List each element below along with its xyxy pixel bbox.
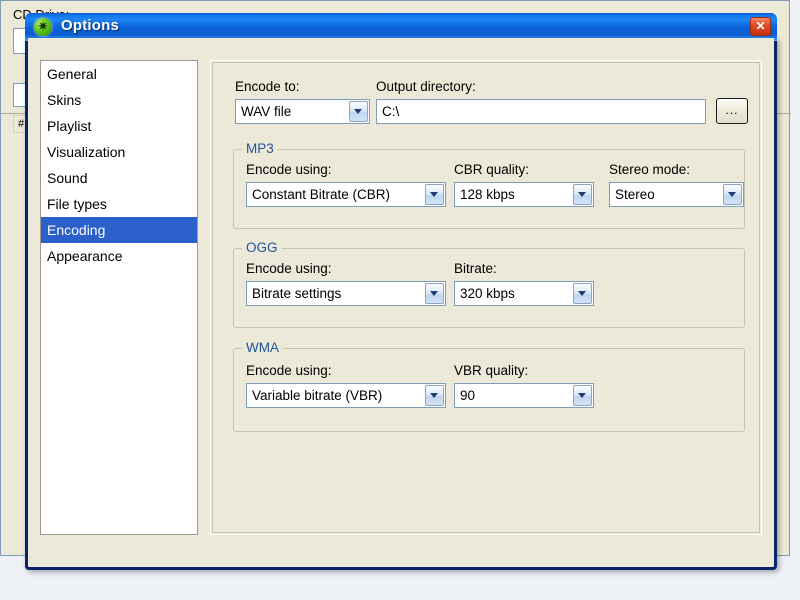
browse-button-label: ... xyxy=(725,103,739,117)
ogg-bitrate-combobox[interactable]: 320 kbps xyxy=(454,281,594,306)
dialog-body: General Skins Playlist Visualization Sou… xyxy=(28,38,774,564)
mp3-encode-using-value: Constant Bitrate (CBR) xyxy=(252,187,391,202)
sidebar-item-sound[interactable]: Sound xyxy=(41,165,197,191)
ogg-groupbox: OGG Encode using: Bitrate settings Bitra… xyxy=(233,240,745,328)
encoding-settings-pane: Encode to: WAV file Output directory: C:… xyxy=(210,60,762,535)
settings-category-list[interactable]: General Skins Playlist Visualization Sou… xyxy=(40,60,198,535)
dialog-title: Options xyxy=(61,17,120,34)
pane-inner-border: Encode to: WAV file Output directory: C:… xyxy=(212,62,760,533)
mp3-stereo-mode-label: Stereo mode: xyxy=(609,162,691,177)
ogg-bitrate-label: Bitrate: xyxy=(454,261,497,276)
chevron-down-icon[interactable] xyxy=(425,184,444,205)
mp3-stereo-mode-value: Stereo xyxy=(615,187,655,202)
wma-vbr-quality-value: 90 xyxy=(460,388,476,403)
mp3-groupbox: MP3 Encode using: Constant Bitrate (CBR)… xyxy=(233,141,745,229)
chevron-down-icon[interactable] xyxy=(349,101,368,122)
sidebar-item-encoding[interactable]: Encoding xyxy=(41,217,197,243)
chevron-down-icon[interactable] xyxy=(723,184,742,205)
wma-encode-using-label: Encode using: xyxy=(246,363,332,378)
sidebar-item-file-types[interactable]: File types xyxy=(41,191,197,217)
wma-encode-using-combobox[interactable]: Variable bitrate (VBR) xyxy=(246,383,446,408)
output-directory-input[interactable]: C:\ xyxy=(376,99,706,124)
browse-directory-button[interactable]: ... xyxy=(716,98,748,124)
dialog-titlebar[interactable]: Options xyxy=(25,13,777,41)
mp3-encode-using-combobox[interactable]: Constant Bitrate (CBR) xyxy=(246,182,446,207)
mp3-group-title: MP3 xyxy=(242,141,278,156)
mp3-cbr-quality-value: 128 kbps xyxy=(460,187,515,202)
screen: CD Drive: # Options General Skins Playli… xyxy=(0,0,800,600)
ogg-encode-using-combobox[interactable]: Bitrate settings xyxy=(246,281,446,306)
ogg-encode-using-value: Bitrate settings xyxy=(252,286,342,301)
encode-to-value: WAV file xyxy=(241,104,292,119)
output-directory-label: Output directory: xyxy=(376,79,476,94)
options-dialog: Options General Skins Playlist Visualiza… xyxy=(25,13,777,570)
mp3-encode-using-label: Encode using: xyxy=(246,162,332,177)
chevron-down-icon[interactable] xyxy=(425,385,444,406)
sidebar-item-general[interactable]: General xyxy=(41,61,197,87)
encode-to-combobox[interactable]: WAV file xyxy=(235,99,370,124)
ogg-group-title: OGG xyxy=(242,240,282,255)
close-icon[interactable] xyxy=(750,17,771,36)
chevron-down-icon[interactable] xyxy=(573,283,592,304)
mp3-cbr-quality-label: CBR quality: xyxy=(454,162,530,177)
sidebar-item-appearance[interactable]: Appearance xyxy=(41,243,197,269)
mp3-cbr-quality-combobox[interactable]: 128 kbps xyxy=(454,182,594,207)
wma-group-title: WMA xyxy=(242,340,283,355)
wma-vbr-quality-combobox[interactable]: 90 xyxy=(454,383,594,408)
sidebar-item-skins[interactable]: Skins xyxy=(41,87,197,113)
wma-groupbox: WMA Encode using: Variable bitrate (VBR)… xyxy=(233,340,745,432)
encode-to-label: Encode to: xyxy=(235,79,300,94)
ogg-bitrate-value: 320 kbps xyxy=(460,286,515,301)
mp3-stereo-mode-combobox[interactable]: Stereo xyxy=(609,182,744,207)
chevron-down-icon[interactable] xyxy=(573,385,592,406)
wma-vbr-quality-label: VBR quality: xyxy=(454,363,529,378)
chevron-down-icon[interactable] xyxy=(425,283,444,304)
wma-encode-using-value: Variable bitrate (VBR) xyxy=(252,388,383,403)
output-directory-value: C:\ xyxy=(382,104,400,119)
sidebar-item-visualization[interactable]: Visualization xyxy=(41,139,197,165)
sidebar-item-playlist[interactable]: Playlist xyxy=(41,113,197,139)
green-disc-icon xyxy=(34,17,52,36)
ogg-encode-using-label: Encode using: xyxy=(246,261,332,276)
chevron-down-icon[interactable] xyxy=(573,184,592,205)
